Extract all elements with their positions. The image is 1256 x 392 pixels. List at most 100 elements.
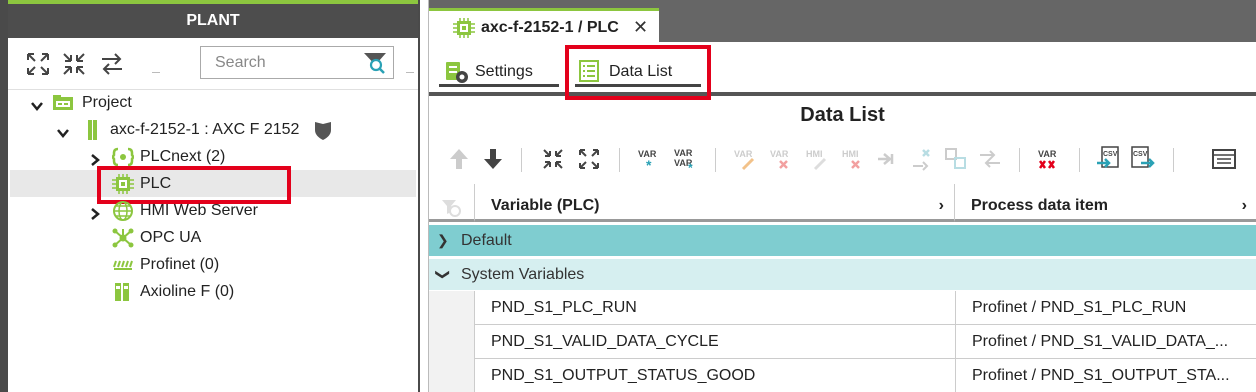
collapse-all-icon[interactable] bbox=[541, 146, 565, 172]
expand-all-icon[interactable] bbox=[577, 146, 601, 172]
table-row[interactable]: PND_S1_OUTPUT_STATUS_GOOD Profinet / PND… bbox=[429, 359, 1256, 392]
svg-text:HMI: HMI bbox=[842, 149, 859, 159]
chevron-right-icon[interactable] bbox=[88, 204, 102, 220]
chevron-down-icon[interactable] bbox=[30, 96, 44, 111]
variable-cell[interactable]: PND_S1_PLC_RUN bbox=[491, 291, 637, 325]
copy-link-icon[interactable] bbox=[943, 146, 967, 172]
plant-header: PLANT bbox=[8, 0, 418, 38]
add-variable-from-icon[interactable]: VAR VAR * bbox=[673, 146, 697, 175]
svg-text:HMI: HMI bbox=[806, 149, 823, 159]
toolbar-separator bbox=[1019, 148, 1020, 172]
edit-hmi-icon[interactable]: HMI bbox=[805, 146, 829, 172]
group-label: Default bbox=[461, 232, 512, 249]
plant-toolbar bbox=[8, 38, 418, 90]
toolbar-separator bbox=[1079, 148, 1080, 172]
toolbar-separator bbox=[619, 148, 620, 172]
chevron-right-icon[interactable] bbox=[88, 150, 102, 166]
search-box[interactable] bbox=[200, 46, 394, 79]
svg-text:*: * bbox=[688, 161, 693, 172]
variable-cell[interactable]: PND_S1_OUTPUT_STATUS_GOOD bbox=[491, 359, 755, 392]
table-view-icon[interactable] bbox=[1211, 146, 1236, 172]
svg-text:VAR: VAR bbox=[674, 148, 693, 158]
tree-label: HMI Web Server bbox=[140, 202, 258, 219]
chevron-down-icon[interactable]: ❯ bbox=[427, 269, 458, 281]
group-label: System Variables bbox=[461, 266, 585, 283]
io-module-icon bbox=[112, 282, 134, 302]
delete-all-variables-icon[interactable]: VAR bbox=[1037, 146, 1061, 172]
profinet-icon bbox=[112, 255, 134, 275]
group-row-system[interactable]: ❯ System Variables bbox=[429, 259, 1256, 290]
table-row[interactable]: PND_S1_VALID_DATA_CYCLE Profinet / PND_S… bbox=[429, 325, 1256, 359]
row-header[interactable] bbox=[429, 291, 475, 325]
connect-icon[interactable] bbox=[875, 146, 899, 172]
data-list-highlight-box bbox=[565, 45, 711, 100]
process-cell[interactable]: Profinet / PND_S1_VALID_DATA_... bbox=[955, 325, 1256, 359]
process-cell[interactable]: Profinet / PND_S1_PLC_RUN bbox=[955, 291, 1256, 325]
collapse-all-icon[interactable] bbox=[60, 50, 88, 78]
shield-icon bbox=[312, 120, 334, 140]
document-tab-title: axc-f-2152-1 / PLC bbox=[481, 19, 619, 36]
delete-variable-icon[interactable]: VAR bbox=[769, 146, 793, 172]
svg-text:VAR: VAR bbox=[770, 149, 789, 159]
svg-text:CSV: CSV bbox=[1133, 151, 1148, 158]
svg-text:CSV: CSV bbox=[1103, 151, 1118, 158]
import-csv-icon[interactable]: CSV bbox=[1095, 146, 1119, 172]
row-header[interactable] bbox=[429, 325, 475, 359]
column-header-variable[interactable]: Variable (PLC) › bbox=[475, 184, 955, 222]
expand-all-icon[interactable] bbox=[24, 50, 52, 78]
search-overflow-icon[interactable] bbox=[406, 72, 414, 76]
plant-panel: PLANT Project axc-f-2152-1 : AXC F 2152 bbox=[0, 0, 420, 392]
add-variable-icon[interactable]: VAR * bbox=[637, 146, 661, 173]
column-header-process[interactable]: Process data item › bbox=[955, 184, 1256, 222]
column-expand-icon[interactable]: › bbox=[1242, 184, 1247, 228]
data-list-toolbar: VAR * VAR VAR * VAR VAR HMI HMI VAR CSV CSV bbox=[429, 140, 1256, 180]
tree-label: Profinet (0) bbox=[140, 256, 220, 273]
editor-panel: axc-f-2152-1 / PLC ✕ Settings Data List … bbox=[428, 0, 1256, 392]
chevron-down-icon[interactable] bbox=[56, 123, 70, 138]
swap-icon[interactable] bbox=[977, 146, 1001, 172]
svg-text:VAR: VAR bbox=[734, 149, 753, 159]
move-down-icon[interactable] bbox=[481, 146, 505, 172]
column-expand-icon[interactable]: › bbox=[939, 184, 944, 228]
process-cell[interactable]: Profinet / PND_S1_OUTPUT_STA... bbox=[955, 359, 1256, 392]
table-row[interactable]: PND_S1_PLC_RUN Profinet / PND_S1_PLC_RUN bbox=[429, 291, 1256, 325]
edit-variable-icon[interactable]: VAR bbox=[733, 146, 757, 172]
toolbar-separator bbox=[1173, 148, 1174, 172]
disconnect-icon[interactable] bbox=[909, 146, 933, 172]
export-csv-icon[interactable]: CSV bbox=[1131, 146, 1155, 172]
editor-subtabs: Settings Data List bbox=[429, 42, 1256, 96]
document-tabbar: axc-f-2152-1 / PLC ✕ bbox=[429, 0, 1256, 46]
close-tab-icon[interactable]: ✕ bbox=[633, 17, 648, 38]
project-icon bbox=[52, 93, 74, 113]
network-nodes-icon bbox=[112, 228, 134, 248]
group-row-default[interactable]: ❯ Default bbox=[429, 225, 1256, 256]
delete-hmi-icon[interactable]: HMI bbox=[841, 146, 865, 172]
column-header-label: Process data item bbox=[971, 197, 1108, 214]
row-header-corner bbox=[429, 184, 475, 222]
column-header-label: Variable (PLC) bbox=[491, 197, 600, 214]
settings-tab-underline bbox=[439, 84, 559, 87]
move-up-icon[interactable] bbox=[447, 146, 471, 172]
globe-icon bbox=[112, 201, 134, 221]
variable-cell[interactable]: PND_S1_VALID_DATA_CYCLE bbox=[491, 325, 719, 359]
toolbar-overflow-icon[interactable] bbox=[152, 72, 160, 76]
row-header[interactable] bbox=[429, 359, 475, 392]
page-title: Data List bbox=[800, 104, 885, 126]
tree-label: axc-f-2152-1 : AXC F 2152 bbox=[110, 121, 300, 138]
toolbar-separator bbox=[715, 148, 716, 172]
document-tab[interactable]: axc-f-2152-1 / PLC ✕ bbox=[429, 8, 659, 46]
tree-label: Axioline F (0) bbox=[140, 283, 235, 300]
tab-label: Settings bbox=[475, 63, 533, 80]
search-input[interactable] bbox=[201, 47, 351, 78]
chevron-right-icon[interactable]: ❯ bbox=[437, 225, 449, 256]
cpu-chip-icon bbox=[453, 18, 475, 42]
sync-selection-icon[interactable] bbox=[98, 50, 126, 78]
tree-label: Project bbox=[82, 94, 132, 111]
svg-text:*: * bbox=[646, 157, 652, 172]
plcnext-icon bbox=[111, 147, 135, 167]
svg-text:VAR: VAR bbox=[1038, 149, 1057, 159]
tree-label: OPC UA bbox=[140, 229, 202, 246]
filter-search-icon[interactable] bbox=[363, 52, 387, 74]
data-list-grid: Variable (PLC) › Process data item › ❯ D… bbox=[429, 184, 1256, 392]
controller-icon bbox=[82, 120, 104, 140]
